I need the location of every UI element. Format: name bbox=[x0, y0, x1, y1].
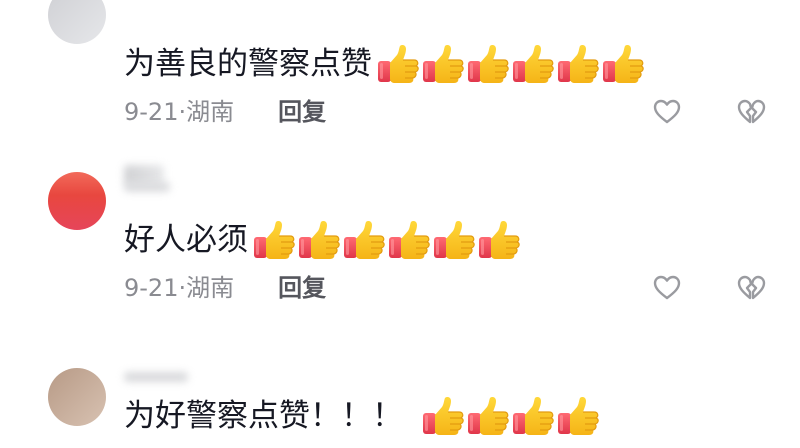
broken-heart-icon[interactable] bbox=[736, 97, 766, 127]
meta-separator: · bbox=[178, 98, 187, 126]
comment-content: 为善良的警察点赞 bbox=[124, 42, 646, 86]
thumbs-up-emoji bbox=[466, 394, 510, 438]
thumbs-up-emoji bbox=[601, 42, 645, 86]
user-name[interactable] bbox=[124, 372, 188, 382]
heart-outline-icon[interactable] bbox=[652, 97, 682, 127]
thumbs-up-emoji bbox=[421, 42, 465, 86]
thumbs-up-emoji bbox=[421, 394, 465, 438]
thumbs-up-emoji bbox=[432, 218, 476, 262]
thumbs-up-emoji bbox=[252, 218, 296, 262]
comment-date: 9-21 bbox=[124, 274, 179, 302]
comment-content: 好人必须 bbox=[124, 218, 522, 262]
thumbs-up-emoji bbox=[466, 42, 510, 86]
reply-button[interactable]: 回复 bbox=[278, 96, 326, 128]
thumbs-up-emoji bbox=[556, 42, 600, 86]
broken-heart-icon[interactable] bbox=[736, 273, 766, 303]
avatar[interactable] bbox=[48, 368, 106, 426]
thumbs-up-emoji bbox=[511, 394, 555, 438]
user-name bbox=[124, 182, 170, 192]
comment-location: 湖南 bbox=[186, 274, 235, 302]
comment-text: 为善良的警察点赞 bbox=[124, 46, 372, 82]
avatar[interactable] bbox=[48, 0, 106, 44]
thumbs-up-emoji bbox=[556, 394, 600, 438]
avatar[interactable] bbox=[48, 172, 106, 230]
thumbs-up-emoji bbox=[511, 42, 555, 86]
thumbs-up-emoji bbox=[477, 218, 521, 262]
thumbs-up-emoji-group bbox=[376, 42, 646, 86]
thumbs-up-emoji bbox=[376, 42, 420, 86]
reply-button[interactable]: 回复 bbox=[278, 272, 326, 304]
comment-meta: 9-21 · 湖南 回复 bbox=[124, 96, 326, 128]
thumbs-up-emoji bbox=[297, 218, 341, 262]
thumbs-up-emoji bbox=[387, 218, 431, 262]
thumbs-up-emoji bbox=[342, 218, 386, 262]
comment-location: 湖南 bbox=[186, 98, 235, 126]
thumbs-up-emoji-group bbox=[421, 394, 601, 438]
comment-list: 为善良的警察点赞 9-21 · 湖南 回复 好人必须 9-21 · 湖南 回复 … bbox=[0, 0, 800, 448]
comment-date: 9-21 bbox=[124, 98, 179, 126]
comment-meta: 9-21 · 湖南 回复 bbox=[124, 272, 326, 304]
comment-text: 为好警察点赞！！！ bbox=[124, 398, 403, 434]
comment-content: 为好警察点赞！！！ bbox=[124, 394, 601, 438]
comment-text: 好人必须 bbox=[124, 222, 248, 258]
heart-outline-icon[interactable] bbox=[652, 273, 682, 303]
thumbs-up-emoji-group bbox=[252, 218, 522, 262]
meta-separator: · bbox=[178, 274, 187, 302]
